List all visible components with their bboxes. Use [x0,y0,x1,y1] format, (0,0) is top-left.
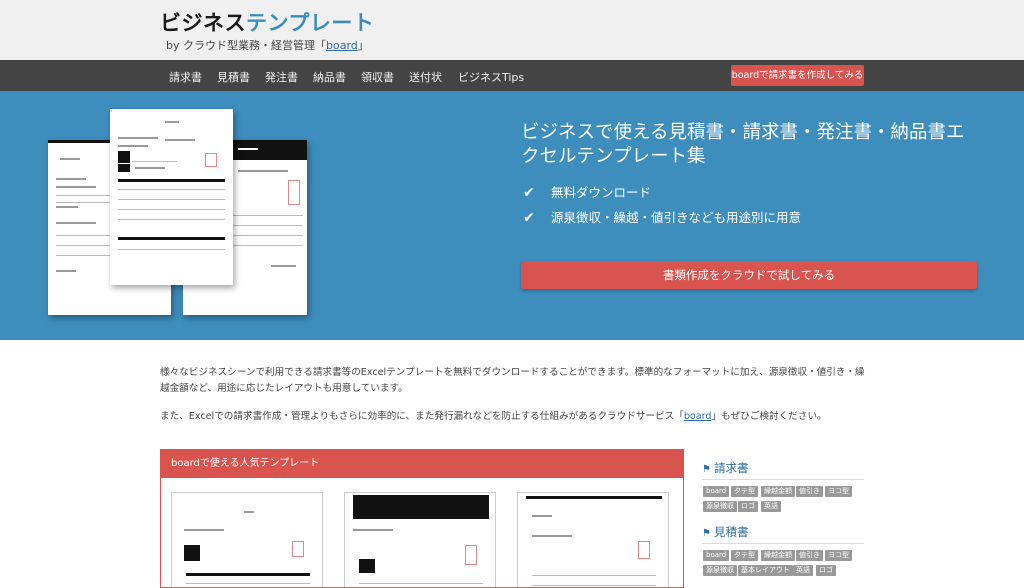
check-icon: ✔ [523,185,535,201]
subtitle-suffix: 」 [357,39,369,52]
nav-item-delivery-note[interactable]: 納品書 [313,69,346,85]
intro-paragraph-1: 様々なビジネスシーンで利用できる請求書等のExcelテンプレートを無料でダウンロ… [160,367,865,394]
tag-withholding[interactable]: 源泉徴収 [703,565,737,576]
popular-templates-heading: boardで使える人気テンプレート [161,450,683,478]
tag-board[interactable]: board [703,486,730,497]
nav-item-invoice[interactable]: 請求書 [169,69,202,85]
tag-basic-layout[interactable]: 基本レイアウト [738,565,793,576]
subtitle-prefix: by クラウド型業務・経営管理「 [166,39,326,52]
nav-item-receipt[interactable]: 領収書 [361,69,394,85]
intro-paragraph-2: また、Excelでの請求書作成・管理よりもさらに効率的に、また発行漏れなどを防止… [160,409,872,425]
tag-icon: ⚑ [702,528,711,539]
document-preview-center [110,109,233,285]
tag-vertical[interactable]: タテ型 [731,486,758,497]
feature-label: 源泉徴収・繰越・値引きなども用途別に用意 [551,210,802,225]
sidebar-heading-label: 見積書 [713,525,749,539]
nav-cta-button[interactable]: boardで請求書を作成してみる [731,65,864,86]
main-nav: 請求書 見積書 発注書 納品書 領収書 送付状 ビジネスTips [0,60,1024,91]
hero-cta-button[interactable]: 書類作成をクラウドで試してみる [521,261,977,289]
site-subtitle: by クラウド型業務・経営管理「board」 [166,37,369,53]
hero-title: ビジネスで使える見積書・請求書・発注書・納品書エクセルテンプレート集 [521,122,965,167]
tag-discount[interactable]: 値引き [796,550,823,561]
site-header: ビジネステンプレート by クラウド型業務・経営管理「board」 [0,0,1024,60]
tag-carryover[interactable]: 繰越金額 [761,486,795,497]
intro-board-link[interactable]: board [684,411,712,422]
template-thumbnail[interactable] [171,492,323,587]
tag-english[interactable]: 英語 [793,565,813,576]
site-title-part2: テンプレート [246,11,375,35]
tag-board[interactable]: board [703,550,730,561]
tag-discount[interactable]: 値引き [796,486,823,497]
tag-horizontal[interactable]: ヨコ型 [825,486,852,497]
tag-english[interactable]: 英語 [761,501,781,512]
template-thumbnail[interactable] [517,492,669,587]
sidebar-divider [702,543,864,544]
feature-item: ✔ 源泉徴収・繰越・値引きなども用途別に用意 [523,207,801,226]
tag-logo[interactable]: ロゴ [738,501,758,512]
tag-vertical[interactable]: タテ型 [731,550,758,561]
check-icon: ✔ [523,210,535,226]
site-title[interactable]: ビジネステンプレート [160,7,374,37]
sidebar-divider [702,479,864,480]
tag-withholding[interactable]: 源泉徴収 [703,501,737,512]
feature-item: ✔ 無料ダウンロード [523,182,651,201]
intro-p2-prefix: また、Excelでの請求書作成・管理よりもさらに効率的に、また発行漏れなどを防止… [160,411,684,422]
tag-logo[interactable]: ロゴ [816,565,836,576]
nav-item-cover-letter[interactable]: 送付状 [409,69,442,85]
template-thumbnail[interactable] [344,492,496,587]
nav-item-business-tips[interactable]: ビジネスTips [458,69,524,85]
popular-templates-box: boardで使える人気テンプレート [160,449,684,588]
intro-p2-suffix: 」もぜひご検討ください。 [711,411,827,422]
board-link[interactable]: board [326,39,358,52]
sidebar-heading-estimate[interactable]: ⚑ 見積書 [702,524,748,540]
nav-item-purchase-order[interactable]: 発注書 [265,69,298,85]
feature-label: 無料ダウンロード [551,185,652,200]
site-title-part1: ビジネス [160,11,246,35]
sidebar-heading-label: 請求書 [713,461,749,475]
sidebar-heading-invoice[interactable]: ⚑ 請求書 [702,460,748,476]
tag-icon: ⚑ [702,464,711,475]
nav-item-estimate[interactable]: 見積書 [217,69,250,85]
tag-horizontal[interactable]: ヨコ型 [825,550,852,561]
tag-carryover[interactable]: 繰越金額 [761,550,795,561]
